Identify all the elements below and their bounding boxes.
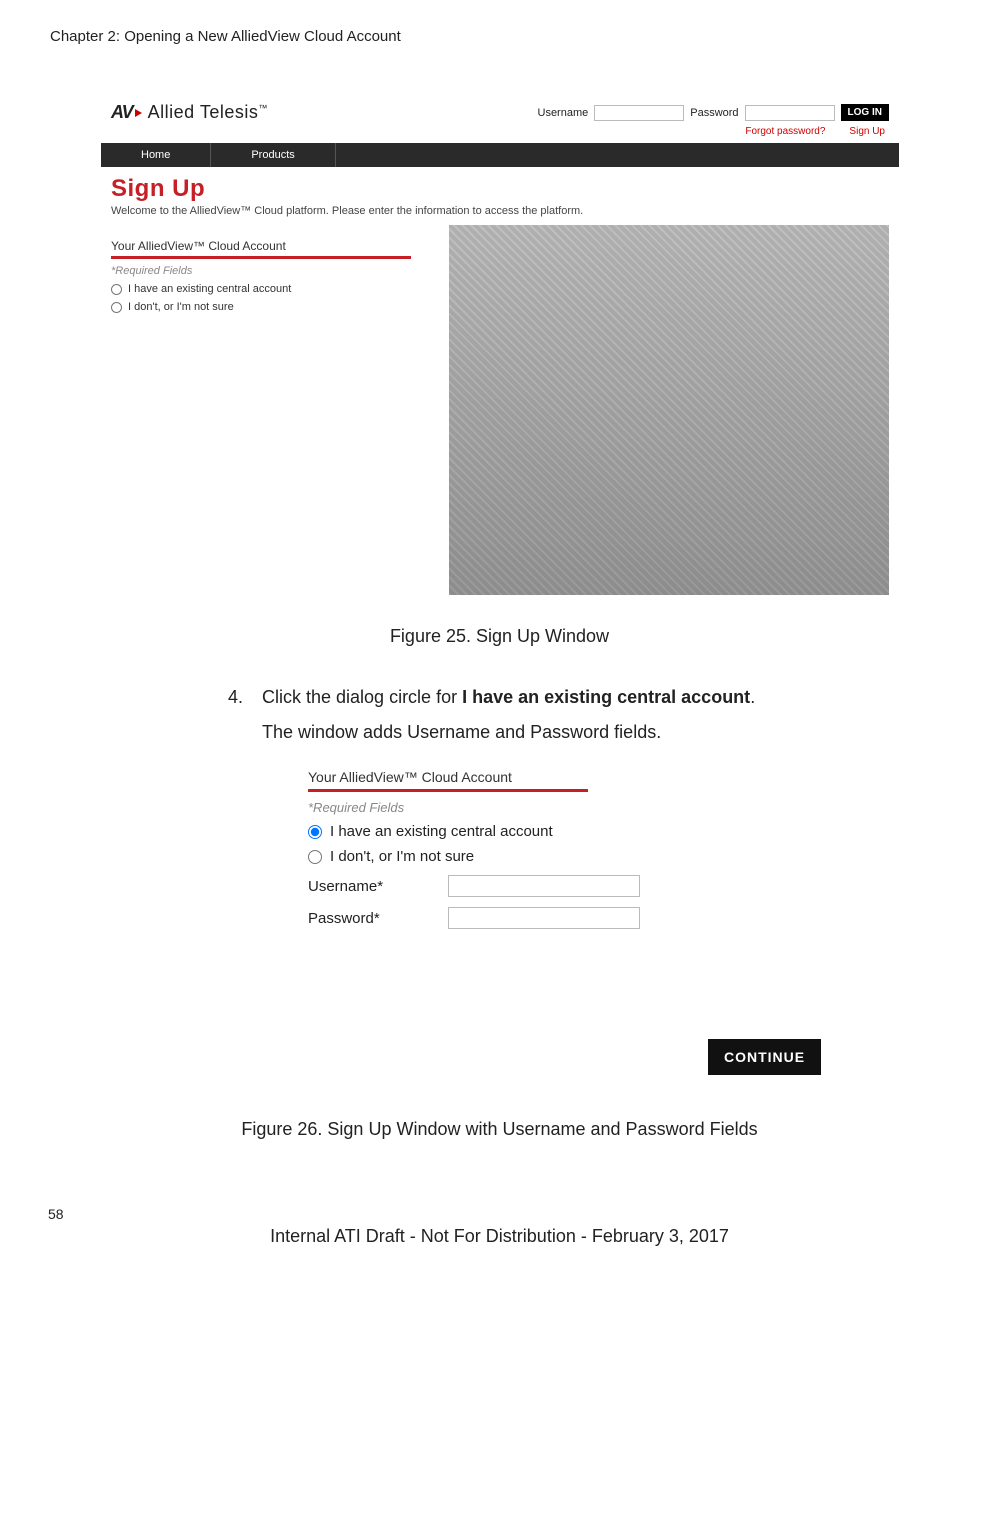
logo-triangle-icon xyxy=(135,109,142,117)
radio-existing-account[interactable] xyxy=(111,284,122,295)
nav-home[interactable]: Home xyxy=(101,143,211,167)
stock-photo xyxy=(449,225,889,595)
chapter-title: Chapter 2: Opening a New AlliedView Clou… xyxy=(50,28,949,45)
account-section-title: Your AlliedView™ Cloud Account xyxy=(111,239,411,259)
radio-not-sure[interactable] xyxy=(111,302,122,313)
radio-existing-label-2: I have an existing central account xyxy=(330,823,553,840)
signup-heading: Sign Up xyxy=(111,175,889,203)
welcome-text: Welcome to the AlliedView™ Cloud platfor… xyxy=(111,205,889,217)
radio-not-sure-label-2: I don't, or I'm not sure xyxy=(330,848,474,865)
username-input[interactable] xyxy=(594,105,684,121)
signup-link[interactable]: Sign Up xyxy=(849,126,885,137)
logo-brand-text: Allied Telesis xyxy=(148,102,259,122)
username-field-input[interactable] xyxy=(448,875,640,897)
username-field-label: Username* xyxy=(308,878,448,895)
signup-window-screenshot: AV Allied Telesis™ Username Password LOG… xyxy=(100,95,900,606)
required-fields-note-2: *Required Fields xyxy=(308,800,828,815)
logo-av-text: AV xyxy=(111,102,133,123)
radio-not-sure-2[interactable] xyxy=(308,850,322,864)
login-button[interactable]: LOG IN xyxy=(841,104,889,121)
account-section-title-2: Your AlliedView™ Cloud Account xyxy=(308,769,588,792)
password-input[interactable] xyxy=(745,105,835,121)
step-followup: The window adds Username and Password fi… xyxy=(262,722,949,743)
figure-26-caption: Figure 26. Sign Up Window with Username … xyxy=(50,1119,949,1140)
figure-25-caption: Figure 25. Sign Up Window xyxy=(50,626,949,647)
password-field-label: Password* xyxy=(308,910,448,927)
footer-draft-line: Internal ATI Draft - Not For Distributio… xyxy=(50,1226,949,1263)
forgot-password-link[interactable]: Forgot password? xyxy=(745,126,825,137)
password-label: Password xyxy=(690,107,738,119)
radio-not-sure-label: I don't, or I'm not sure xyxy=(128,301,234,313)
continue-button[interactable]: CONTINUE xyxy=(708,1039,821,1075)
step-bold: I have an existing central account xyxy=(462,687,750,707)
signup-with-fields-screenshot: Your AlliedView™ Cloud Account *Required… xyxy=(308,769,828,1075)
radio-existing-account-2[interactable] xyxy=(308,825,322,839)
step-pre: Click the dialog circle for xyxy=(262,687,462,707)
step-number: 4. xyxy=(228,687,262,708)
radio-existing-label: I have an existing central account xyxy=(128,283,291,295)
page-number: 58 xyxy=(48,1206,949,1222)
password-field-input[interactable] xyxy=(448,907,640,929)
nav-bar: Home Products xyxy=(101,143,899,167)
step-post: . xyxy=(750,687,755,707)
nav-products[interactable]: Products xyxy=(211,143,335,167)
brand-logo: AV Allied Telesis™ xyxy=(111,102,268,123)
step-text: Click the dialog circle for I have an ex… xyxy=(262,687,755,708)
required-fields-note: *Required Fields xyxy=(111,265,435,277)
username-label: Username xyxy=(538,107,589,119)
